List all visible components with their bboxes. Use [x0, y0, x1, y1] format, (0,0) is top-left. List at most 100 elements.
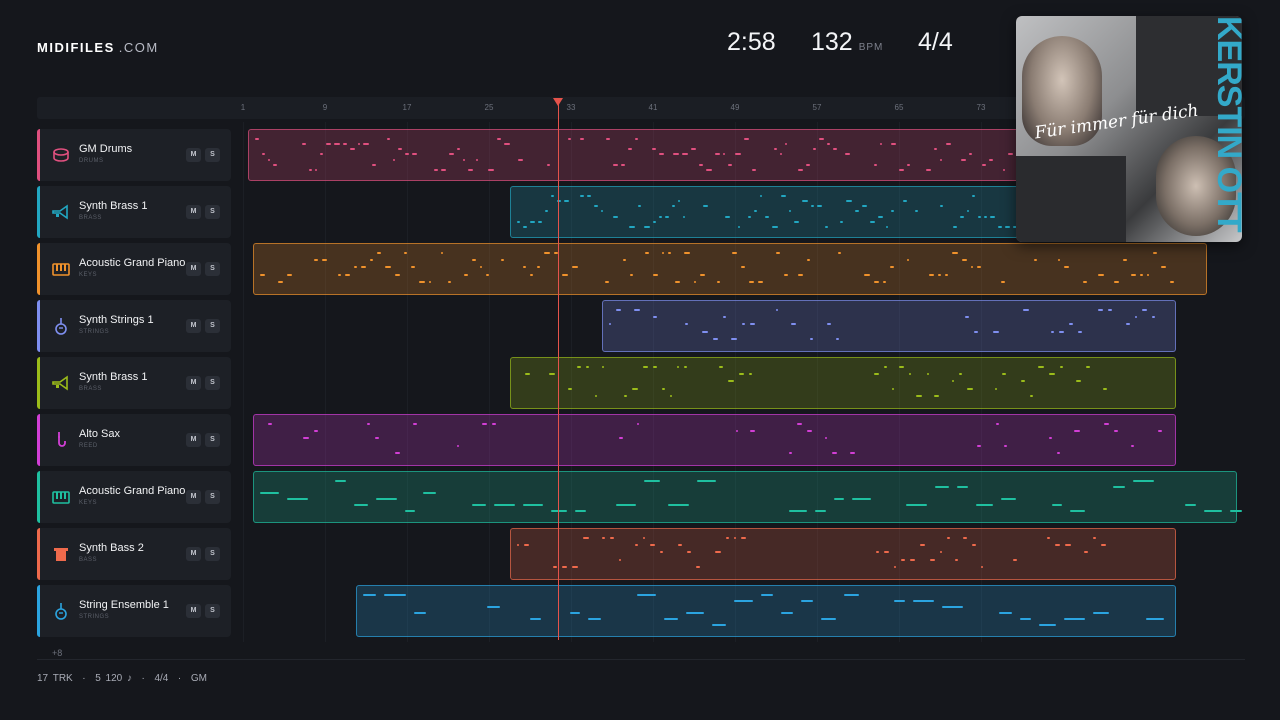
- midi-clip[interactable]: [253, 243, 1207, 295]
- midi-note: [740, 537, 747, 539]
- ruler-tick: 41: [648, 103, 658, 112]
- track-header[interactable]: Acoustic Grand Piano KEYS M S: [37, 471, 231, 523]
- solo-button[interactable]: S: [205, 148, 220, 162]
- midi-note: [1084, 551, 1089, 554]
- midi-note: [693, 280, 696, 283]
- midi-note: [825, 437, 828, 440]
- midi-note: [801, 600, 813, 602]
- solo-button[interactable]: S: [205, 262, 220, 276]
- mute-button[interactable]: M: [186, 547, 201, 561]
- midi-note: [357, 143, 361, 146]
- midi-note: [662, 387, 665, 390]
- more-tracks-indicator[interactable]: +8: [52, 648, 62, 658]
- track-header[interactable]: Acoustic Grand Piano KEYS M S: [37, 243, 231, 295]
- track-header[interactable]: Synth Strings 1 STRINGS M S: [37, 300, 231, 352]
- midi-note: [601, 366, 605, 368]
- solo-button[interactable]: S: [205, 205, 220, 219]
- midi-note: [627, 148, 633, 151]
- track-category: BRASS: [79, 215, 102, 221]
- midi-note: [587, 195, 591, 197]
- midi-note: [790, 323, 796, 326]
- midi-clip[interactable]: [253, 414, 1176, 466]
- midi-note: [634, 309, 640, 311]
- solo-button[interactable]: S: [205, 604, 220, 618]
- track-category: BASS: [79, 557, 98, 563]
- midi-note: [832, 148, 837, 151]
- midi-note: [765, 215, 770, 218]
- midi-note: [946, 537, 950, 539]
- midi-note: [875, 551, 880, 554]
- midi-clip[interactable]: [509, 357, 1176, 409]
- midi-note: [302, 437, 309, 440]
- midi-clip[interactable]: [509, 528, 1176, 580]
- midi-clip[interactable]: [355, 585, 1176, 637]
- midi-note: [267, 423, 272, 425]
- midi-note: [363, 143, 369, 146]
- solo-button[interactable]: S: [205, 376, 220, 390]
- mute-button[interactable]: M: [186, 604, 201, 618]
- midi-note: [1103, 387, 1107, 390]
- track-header[interactable]: String Ensemble 1 STRINGS M S: [37, 585, 231, 637]
- midi-note: [1003, 444, 1008, 447]
- track-header[interactable]: Synth Brass 1 BRASS M S: [37, 186, 231, 238]
- midi-note: [874, 373, 880, 376]
- midi-note: [903, 200, 907, 203]
- midi-clip[interactable]: [253, 471, 1242, 523]
- midi-note: [993, 330, 999, 333]
- midi-note: [915, 210, 918, 213]
- midi-note: [934, 394, 939, 397]
- mute-button[interactable]: M: [186, 262, 201, 276]
- footer-time-signature: 4/4: [154, 673, 169, 684]
- solo-button[interactable]: S: [205, 490, 220, 504]
- track-header[interactable]: Synth Brass 1 BRASS M S: [37, 357, 231, 409]
- midi-note: [696, 480, 717, 482]
- midi-note: [940, 205, 943, 208]
- track-header[interactable]: Alto Sax REED M S: [37, 414, 231, 466]
- midi-note: [702, 205, 708, 208]
- midi-note: [570, 612, 581, 614]
- midi-clip[interactable]: [601, 300, 1176, 352]
- midi-note: [722, 153, 725, 156]
- mute-button[interactable]: M: [186, 433, 201, 447]
- tempo-unit: BPM: [858, 42, 884, 53]
- track-color-bar: [37, 243, 40, 295]
- midi-note: [1064, 544, 1071, 547]
- midi-note: [1114, 280, 1119, 283]
- mute-button[interactable]: M: [186, 319, 201, 333]
- track-color-bar: [37, 471, 40, 523]
- midi-note: [981, 565, 984, 568]
- midi-note: [1204, 510, 1222, 512]
- track-header[interactable]: GM Drums DRUMS M S: [37, 129, 231, 181]
- midi-note: [977, 266, 982, 269]
- midi-note: [472, 504, 486, 506]
- mute-button[interactable]: M: [186, 205, 201, 219]
- midi-note: [644, 480, 660, 482]
- mute-button[interactable]: M: [186, 490, 201, 504]
- midi-note: [788, 451, 793, 454]
- midi-note: [536, 266, 540, 269]
- midi-note: [883, 280, 887, 283]
- midi-note: [1029, 394, 1034, 397]
- mute-button[interactable]: M: [186, 376, 201, 390]
- midi-note: [998, 225, 1003, 228]
- midi-note: [961, 158, 966, 161]
- midi-note: [983, 215, 987, 218]
- playhead[interactable]: [558, 104, 559, 640]
- solo-button[interactable]: S: [205, 319, 220, 333]
- midi-note: [724, 215, 730, 218]
- midi-note: [457, 148, 460, 151]
- midi-note: [802, 200, 809, 203]
- midi-note: [933, 148, 937, 151]
- midi-note: [321, 259, 328, 262]
- midi-note: [497, 138, 502, 140]
- trumpet-icon: [51, 373, 71, 393]
- track-header[interactable]: Synth Bass 2 BASS M S: [37, 528, 231, 580]
- solo-button[interactable]: S: [205, 433, 220, 447]
- solo-button[interactable]: S: [205, 547, 220, 561]
- midi-note: [743, 138, 750, 140]
- midi-note: [748, 373, 752, 376]
- midi-note: [788, 210, 792, 213]
- mute-button[interactable]: M: [186, 148, 201, 162]
- midi-note: [874, 163, 877, 166]
- midi-note: [345, 273, 351, 276]
